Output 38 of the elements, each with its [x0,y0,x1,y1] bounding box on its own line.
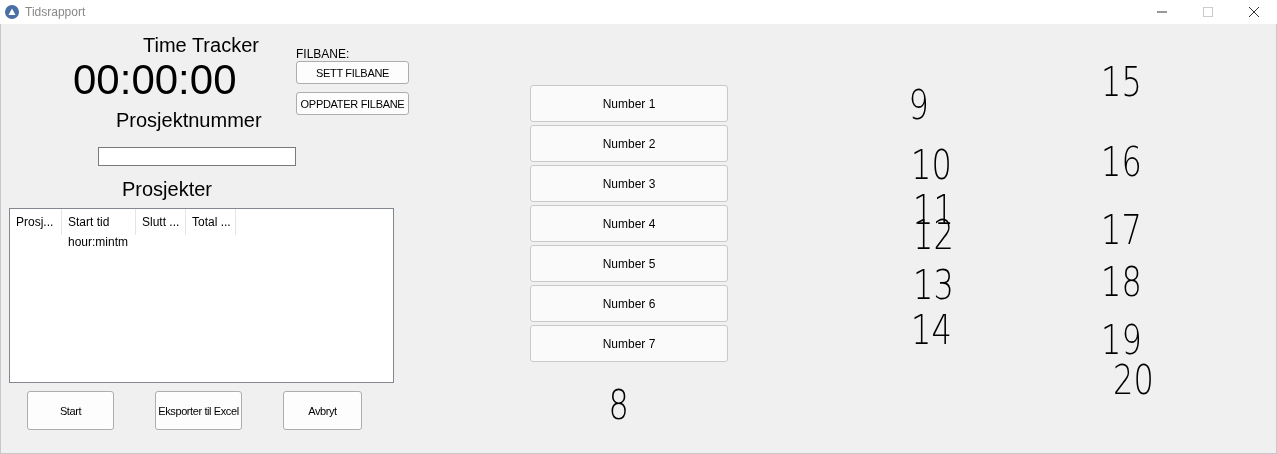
timer-display: 00:00:00 [73,57,238,103]
filepath-button[interactable]: OPPDATER FILBANE [296,92,409,115]
table-cell-text: hour:mintm [67,235,130,251]
app-icon [5,5,19,19]
column-header[interactable]: Slutt ... [136,209,186,235]
action-button[interactable]: Start [27,391,114,430]
column-header[interactable]: Start tid [62,209,136,235]
number-button[interactable]: Number 7 [530,325,728,362]
handwritten-number: 10 [911,145,952,185]
number-button[interactable]: Number 5 [530,245,728,282]
project-number-label: Prosjektnummer [116,109,263,132]
number-button[interactable]: Number 6 [530,285,728,322]
number-button[interactable]: Number 2 [530,125,728,162]
project-number-field[interactable] [98,147,296,166]
handwritten-number: 15 [1101,62,1142,102]
handwritten-number: 20 [1113,360,1154,400]
handwritten-number: 16 [1101,142,1142,182]
column-header[interactable]: Prosj... [10,209,62,235]
number-button[interactable]: Number 1 [530,85,728,122]
action-button[interactable]: Avbryt [283,391,362,430]
handwritten-number: 19 [1101,320,1142,360]
close-icon [1249,7,1259,17]
maximize-icon [1203,7,1213,17]
action-button[interactable]: Eksporter til Excel [155,391,242,430]
handwritten-number: 17 [1101,210,1142,250]
filepath-button[interactable]: SETT FILBANE [296,61,409,84]
number-button[interactable]: Number 3 [530,165,728,202]
column-header[interactable]: Total ... [186,209,236,235]
handwritten-number: 8 [608,385,629,425]
handwritten-number: 18 [1101,262,1142,302]
filepath-label: FILBANE: [296,47,351,61]
handwritten-number: 13 [913,265,954,305]
window-title: Tidsrapport [25,5,86,19]
app-heading: Time Tracker [143,34,260,57]
number-button[interactable]: Number 4 [530,205,728,242]
handwritten-number: 14 [911,310,952,350]
handwritten-number: 9 [908,85,929,125]
projects-heading: Prosjekter [122,178,214,201]
